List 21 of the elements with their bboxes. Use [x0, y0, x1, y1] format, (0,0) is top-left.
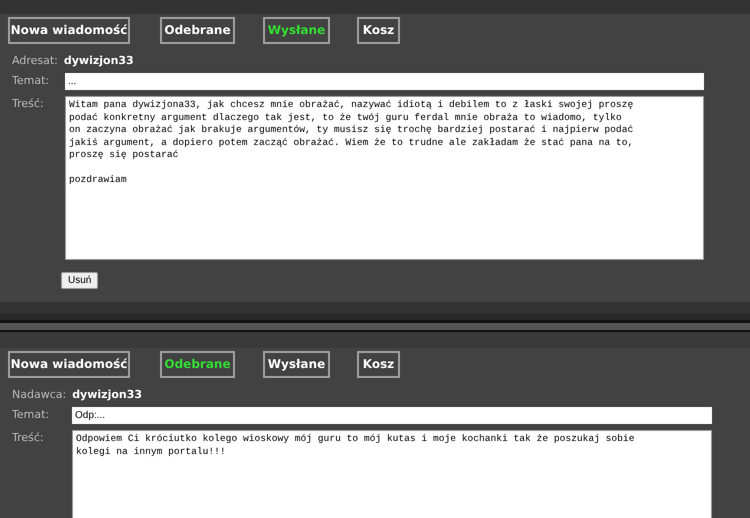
message-field[interactable]: Witam pana dywizjona33, jak chcesz mnie obrażać, nazywać idiotą i debilem to z łaski swojej proszę podać konkretny argument dlaczego tak jest, to że twój guru ferdal mnie obraża to wiadomo, tylko on zaczyna obrażać jak brakuje argumentów, ty musisz się trochę bardziej postarać i najpierw podać jakiś argument, a dopiero potem zacząć obrażać. Wiem że to trudne ale zakładam że stać pana na to, proszę się postarać pozdrawiam: [65, 96, 704, 260]
tab[interactable]: Nowa wiadomość: [8, 16, 130, 44]
field-label: Nadawca:: [12, 386, 66, 403]
tab[interactable]: Odebrane: [160, 350, 235, 378]
field-label: Temat:: [12, 73, 50, 90]
tab[interactable]: Kosz: [357, 350, 400, 378]
field-label: Treść:: [12, 96, 45, 112]
field-label: Temat:: [12, 407, 50, 424]
delete-button[interactable]: Usuń: [61, 272, 98, 289]
subject-field[interactable]: Odp:...: [72, 407, 712, 424]
tab[interactable]: Kosz: [357, 16, 400, 44]
field-label: Treść:: [12, 430, 45, 446]
username: dywizjon33: [72, 386, 142, 403]
message-field[interactable]: Odpowiem Ci króciutko kolego wioskowy mój guru to mój kutas i moje kochanki tak że poszukaj sobie kolegi na innym portalu!!!: [72, 430, 712, 518]
tab[interactable]: Wysłane: [263, 350, 330, 378]
tab[interactable]: Nowa wiadomość: [8, 350, 130, 378]
username: dywizjon33: [64, 52, 134, 69]
tab[interactable]: Wysłane: [263, 16, 330, 44]
tab[interactable]: Odebrane: [160, 16, 235, 44]
subject-field[interactable]: ...: [65, 73, 704, 90]
field-label: Adresat:: [12, 52, 58, 69]
